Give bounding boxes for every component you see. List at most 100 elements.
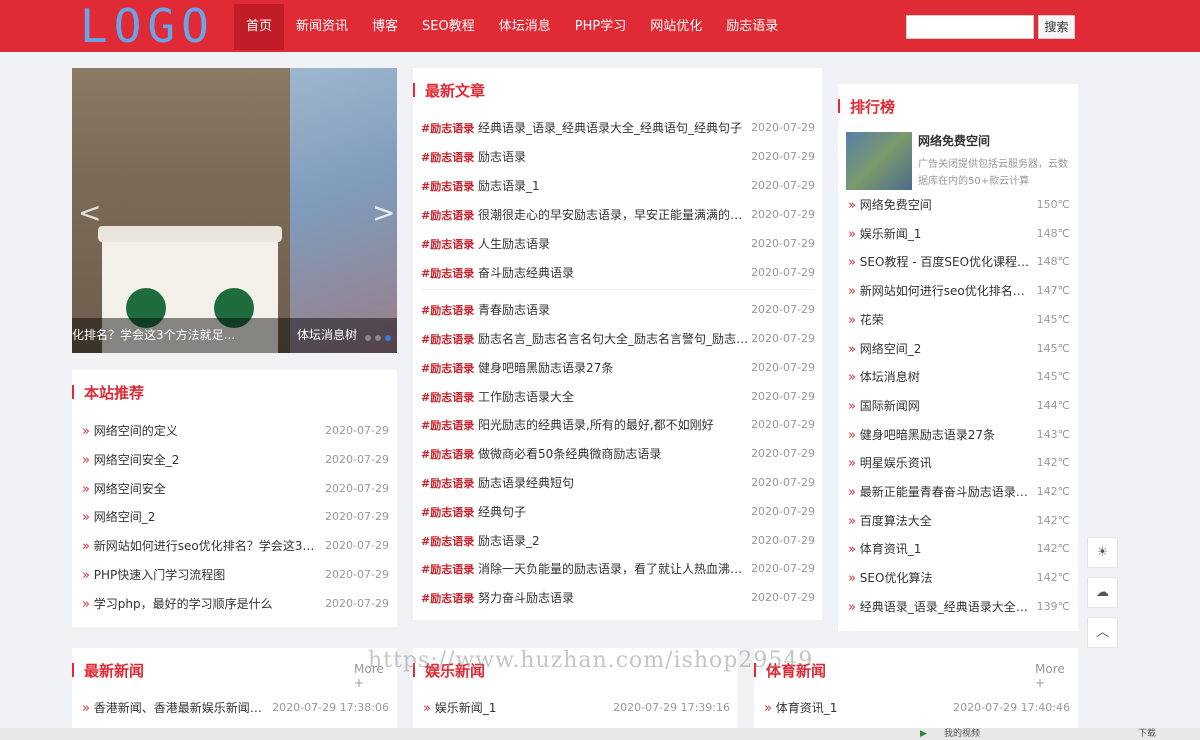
ranking-title[interactable]: 百度算法大全	[860, 511, 932, 531]
article-row[interactable]: #励志语录 励志语录 2020-07-29	[421, 147, 815, 167]
article-tag[interactable]: #励志语录	[421, 180, 474, 193]
ranking-title[interactable]: 健身吧暗黑励志语录27条	[860, 425, 995, 445]
nav-item-optimize[interactable]: 网站优化	[638, 4, 714, 50]
article-title[interactable]: 励志名言_励志名言名句大全_励志名言警句_励志格言...	[478, 329, 750, 349]
ranking-row[interactable]: » 体坛消息树 145℃	[848, 367, 1070, 387]
ranking-title[interactable]: 体育资讯_1	[860, 539, 922, 559]
article-row[interactable]: #励志语录 消除一天负能量的励志语录，看了就让人热血沸腾！ 2020-07-29	[421, 559, 815, 579]
ranking-row[interactable]: » 经典语录_语录_经典语录大全_经... 139℃	[848, 597, 1070, 617]
ranking-row[interactable]: » 最新正能量青春奋斗励志语录，... 142℃	[848, 482, 1070, 502]
image-slider[interactable]: 化排名？学会这3个方法就足... 体坛消息树 < >	[72, 68, 397, 353]
article-title[interactable]: 健身吧暗黑励志语录27条	[478, 358, 613, 378]
wechat-icon[interactable]: ☁	[1087, 577, 1118, 608]
recommend-row[interactable]: » 新网站如何进行seo优化排名？学会这3个方... 2020-07-29	[82, 536, 389, 556]
article-tag[interactable]: #励志语录	[421, 304, 474, 317]
article-title[interactable]: 青春励志语录	[478, 300, 550, 320]
recommend-row[interactable]: » 网络空间_2 2020-07-29	[82, 507, 389, 527]
article-row[interactable]: #励志语录 励志语录_1 2020-07-29	[421, 176, 815, 196]
nav-item-home[interactable]: 首页	[234, 4, 285, 50]
article-title[interactable]: 很潮很走心的早安励志语录，早安正能量满满的句子	[478, 205, 750, 225]
ranking-title[interactable]: 娱乐新闻_1	[860, 224, 922, 244]
article-row[interactable]: #励志语录 励志语录经典短句 2020-07-29	[421, 473, 815, 493]
article-tag[interactable]: #励志语录	[421, 592, 474, 605]
article-row[interactable]: #励志语录 很潮很走心的早安励志语录，早安正能量满满的句子 2020-07-29	[421, 205, 815, 225]
list-item[interactable]: » 娱乐新闻_1 2020-07-29 17:39:16	[423, 698, 730, 718]
recommend-title[interactable]: 网络空间安全_2	[94, 450, 180, 470]
nav-item-blog[interactable]: 博客	[360, 4, 410, 50]
ranking-title[interactable]: 国际新闻网	[860, 396, 920, 416]
recommend-title[interactable]: 学习php，最好的学习顺序是什么	[94, 594, 273, 614]
slider-caption[interactable]: 化排名？学会这3个方法就足...	[72, 326, 235, 343]
article-title[interactable]: 阳光励志的经典语录,所有的最好,都不如刚好	[478, 415, 714, 435]
ranking-row[interactable]: » 网络空间_2 145℃	[848, 339, 1070, 359]
article-tag[interactable]: #励志语录	[421, 535, 474, 548]
article-tag[interactable]: #励志语录	[421, 333, 474, 346]
ranking-row[interactable]: » 娱乐新闻_1 148℃	[848, 224, 1070, 244]
ranking-row[interactable]: » 国际新闻网 144℃	[848, 396, 1070, 416]
article-row[interactable]: #励志语录 经典语录_语录_经典语录大全_经典语句_经典句子 2020-07-29	[421, 118, 815, 138]
recommend-row[interactable]: » 网络空间的定义 2020-07-29	[82, 421, 389, 441]
recommend-row[interactable]: » 学习php，最好的学习顺序是什么 2020-07-29	[82, 594, 389, 614]
ranking-row[interactable]: » 体育资讯_1 142℃	[848, 539, 1070, 559]
recommend-title[interactable]: 网络空间的定义	[94, 421, 178, 441]
ranking-title[interactable]: 新网站如何进行seo优化排名？学...	[860, 281, 1030, 301]
article-title[interactable]: 励志语录	[478, 147, 526, 167]
search-button[interactable]: 搜索	[1038, 15, 1075, 39]
recommend-row[interactable]: » 网络空间安全 2020-07-29	[82, 479, 389, 499]
ranking-title[interactable]: 网络空间_2	[860, 339, 922, 359]
article-row[interactable]: #励志语录 经典句子 2020-07-29	[421, 502, 815, 522]
article-title[interactable]: 做微商必看50条经典微商励志语录	[478, 444, 661, 464]
article-tag[interactable]: #励志语录	[421, 151, 474, 164]
ranking-title[interactable]: SEO教程 - 百度SEO优化课程，...	[860, 252, 1030, 272]
ranking-title[interactable]: 明星娱乐资讯	[860, 453, 932, 473]
recommend-row[interactable]: » PHP快速入门学习流程图 2020-07-29	[82, 565, 389, 585]
ranking-row[interactable]: » 百度算法大全 142℃	[848, 511, 1070, 531]
ranking-title[interactable]: 体坛消息树	[860, 367, 920, 387]
recommend-title[interactable]: PHP快速入门学习流程图	[94, 565, 226, 585]
site-logo[interactable]: LOGO	[80, 2, 215, 50]
ranking-row[interactable]: » 网络免费空间 150℃	[848, 195, 1070, 215]
article-tag[interactable]: #励志语录	[421, 209, 474, 222]
slider-dot[interactable]	[375, 335, 381, 341]
ranking-title[interactable]: SEO优化算法	[860, 568, 933, 588]
ranking-title[interactable]: 最新正能量青春奋斗励志语录，...	[860, 482, 1030, 502]
ranking-row[interactable]: » SEO优化算法 142℃	[848, 568, 1070, 588]
nav-item-sports[interactable]: 体坛消息	[487, 4, 563, 50]
article-row[interactable]: #励志语录 做微商必看50条经典微商励志语录 2020-07-29	[421, 444, 815, 464]
ranking-title[interactable]: 经典语录_语录_经典语录大全_经...	[860, 597, 1030, 617]
ranking-row[interactable]: » 新网站如何进行seo优化排名？学... 147℃	[848, 281, 1070, 301]
article-tag[interactable]: #励志语录	[421, 238, 474, 251]
article-title[interactable]: 经典句子	[478, 502, 526, 522]
play-icon[interactable]: ▶	[920, 728, 927, 740]
recommend-row[interactable]: » 网络空间安全_2 2020-07-29	[82, 450, 389, 470]
ranking-row[interactable]: » SEO教程 - 百度SEO优化课程，... 148℃	[848, 252, 1070, 272]
article-row[interactable]: #励志语录 努力奋斗励志语录 2020-07-29	[421, 588, 815, 608]
ranking-row[interactable]: » 明星娱乐资讯 142℃	[848, 453, 1070, 473]
article-tag[interactable]: #励志语录	[421, 477, 474, 490]
nav-item-seo[interactable]: SEO教程	[410, 4, 487, 50]
article-tag[interactable]: #励志语录	[421, 563, 474, 576]
search-input[interactable]	[906, 15, 1034, 39]
recommend-title[interactable]: 网络空间安全	[94, 479, 166, 499]
ranking-title[interactable]: 网络免费空间	[860, 195, 932, 215]
article-title[interactable]: 人生励志语录	[478, 234, 550, 254]
featured-thumbnail[interactable]	[846, 132, 912, 190]
bulb-icon[interactable]: ☀	[1087, 537, 1118, 568]
slider-dot[interactable]	[365, 335, 371, 341]
article-tag[interactable]: #励志语录	[421, 122, 474, 135]
article-row[interactable]: #励志语录 健身吧暗黑励志语录27条 2020-07-29	[421, 358, 815, 378]
recommend-title[interactable]: 新网站如何进行seo优化排名？学会这3个方...	[94, 536, 319, 556]
nav-item-news[interactable]: 新闻资讯	[284, 4, 360, 50]
article-tag[interactable]: #励志语录	[421, 419, 474, 432]
slider-caption[interactable]: 体坛消息树	[297, 326, 357, 343]
article-row[interactable]: #励志语录 人生励志语录 2020-07-29	[421, 234, 815, 254]
more-link[interactable]: More +	[1035, 662, 1078, 690]
article-title[interactable]: 励志语录_2	[478, 531, 540, 551]
ranking-title[interactable]: 花荣	[860, 310, 884, 330]
ranking-row[interactable]: » 健身吧暗黑励志语录27条 143℃	[848, 425, 1070, 445]
article-tag[interactable]: #励志语录	[421, 267, 474, 280]
ranking-row[interactable]: » 花荣 145℃	[848, 310, 1070, 330]
article-title[interactable]: 经典语录_语录_经典语录大全_经典语句_经典句子	[478, 118, 742, 138]
featured-title[interactable]: 网络免费空间	[918, 132, 990, 149]
article-row[interactable]: #励志语录 励志名言_励志名言名句大全_励志名言警句_励志格言... 2020-0…	[421, 329, 815, 349]
